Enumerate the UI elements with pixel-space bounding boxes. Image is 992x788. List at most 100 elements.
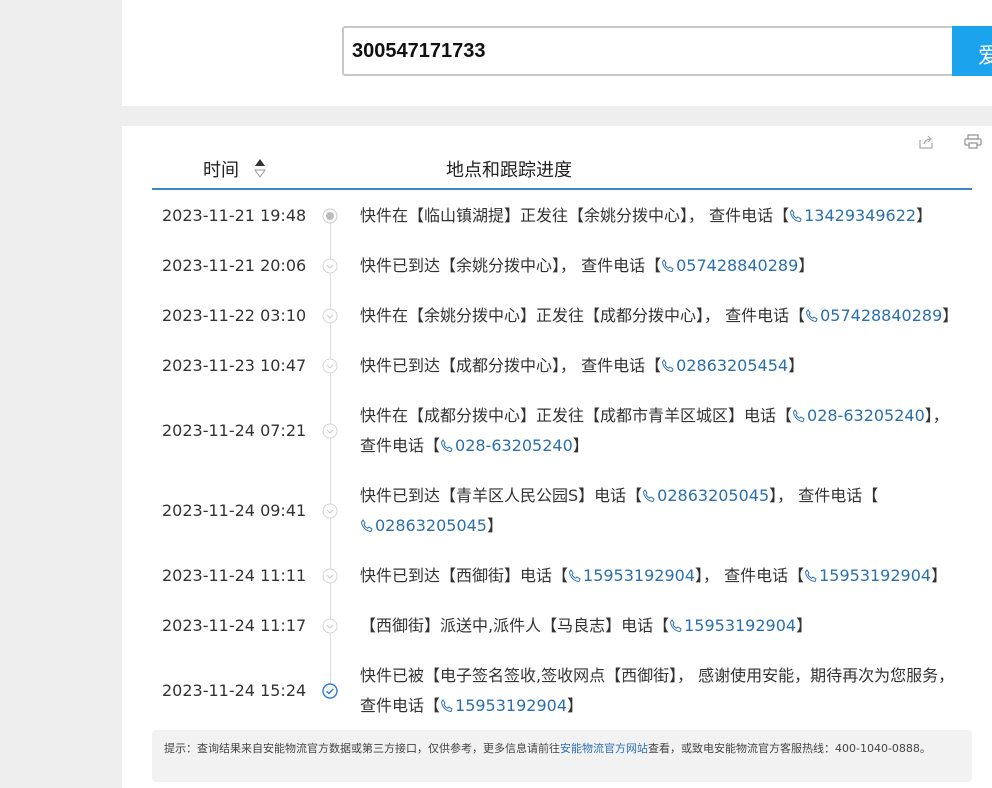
description-text: 】	[931, 566, 948, 585]
phone-number: 13429349622	[804, 206, 917, 225]
tracking-description: 快件已被【电子签名签收,签收网点【西御街】， 感谢使用安能，期待再次为您服务，查…	[360, 661, 960, 721]
phone-number: 028-63205240	[455, 436, 573, 455]
description-text: 】	[567, 696, 584, 715]
tracking-description: 快件在【临山镇湖提】正发往【余姚分拨中心】， 查件电话【 13429349622】	[360, 201, 960, 231]
tracking-description: 快件已到达【余姚分拨中心】， 查件电话【 057428840289】	[360, 251, 960, 281]
phone-icon	[661, 256, 676, 275]
tracking-row: 2023-11-24 11:11 快件已到达【西御街】电话【 15953192904…	[122, 561, 992, 591]
description-text: 快件在【临山镇湖提】正发往【余姚分拨中心】， 查件电话【	[360, 206, 790, 225]
phone-link[interactable]: 15953192904	[568, 566, 695, 585]
phone-icon	[568, 566, 583, 585]
tracking-row: 2023-11-24 11:17 【西御街】派送中,派件人【马良志】电话【 1595…	[122, 611, 992, 641]
phone-icon	[360, 516, 375, 535]
phone-link[interactable]: 15953192904	[804, 566, 931, 585]
share-icon[interactable]	[918, 134, 934, 150]
search-panel: 300547171733 爱	[122, 0, 992, 106]
phone-link[interactable]: 15953192904	[669, 616, 796, 635]
search-button[interactable]: 爱	[952, 26, 992, 76]
tracking-description: 快件已到达【青羊区人民公园S】电话【 02863205045】， 查件电话【028…	[360, 481, 960, 541]
column-header-track: 地点和跟踪进度	[446, 160, 572, 181]
tracking-time: 2023-11-24 09:41	[162, 501, 307, 520]
tracking-row: 2023-11-21 20:06 快件已到达【余姚分拨中心】， 查件电话【 0574…	[122, 251, 992, 281]
description-text: 】	[798, 256, 815, 275]
phone-link[interactable]: 02863205045	[360, 516, 487, 535]
description-text: 】	[916, 206, 933, 225]
phone-icon	[661, 356, 676, 375]
phone-number: 15953192904	[583, 566, 695, 585]
phone-number: 057428840289	[820, 306, 943, 325]
phone-icon	[440, 696, 455, 715]
description-text: 】， 查件电话【	[769, 486, 879, 505]
tracking-description: 快件已到达【西御街】电话【 15953192904】， 查件电话【 15953192…	[360, 561, 960, 591]
timeline-chevron-dot-icon	[322, 618, 338, 634]
tracking-description: 快件已到达【成都分拨中心】， 查件电话【 02863205454】	[360, 351, 960, 381]
phone-icon	[669, 616, 684, 635]
phone-number: 02863205045	[375, 516, 487, 535]
tracking-time: 2023-11-22 03:10	[162, 306, 307, 325]
phone-link[interactable]: 028-63205240	[440, 436, 573, 455]
description-text: 】	[796, 616, 813, 635]
tracking-time: 2023-11-24 07:21	[162, 421, 307, 440]
phone-number: 02863205045	[657, 486, 770, 505]
phone-number: 15953192904	[455, 696, 567, 715]
timeline-chevron-dot-icon	[322, 358, 338, 374]
phone-link[interactable]: 057428840289	[661, 256, 798, 275]
phone-link[interactable]: 15953192904	[440, 696, 567, 715]
tracking-row: 2023-11-24 07:21 快件在【成都分拨中心】正发往【成都市青羊区城区】…	[122, 401, 992, 461]
timeline-delivered-check-icon	[322, 683, 338, 699]
phone-icon	[440, 436, 455, 455]
sort-icon[interactable]	[254, 158, 266, 182]
phone-icon	[789, 206, 804, 225]
tip-prefix: 提示：查询结果来自安能物流官方数据或第三方接口，仅供参考，更多信息请前往	[164, 742, 560, 755]
tracking-time: 2023-11-24 11:17	[162, 616, 307, 635]
phone-number: 15953192904	[819, 566, 932, 585]
tracking-time: 2023-11-23 10:47	[162, 356, 307, 375]
description-text: 】， 查件电话【	[695, 566, 805, 585]
phone-link[interactable]: 057428840289	[805, 306, 942, 325]
description-text: 快件已到达【青羊区人民公园S】电话【	[360, 486, 643, 505]
description-text: 快件在【成都分拨中心】正发往【成都市青羊区城区】电话【	[360, 406, 793, 425]
timeline-current-dot-icon	[322, 208, 338, 224]
timeline-chevron-dot-icon	[322, 568, 338, 584]
tracking-description: 快件在【成都分拨中心】正发往【成都市青羊区城区】电话【 028-63205240】…	[360, 401, 960, 461]
timeline-chevron-dot-icon	[322, 503, 338, 519]
tip-suffix: 查看，或致电安能物流官方客服热线：400-1040-0888。	[648, 742, 931, 755]
phone-link[interactable]: 02863205045	[642, 486, 769, 505]
description-text: 】	[788, 356, 805, 375]
timeline-chevron-dot-icon	[322, 308, 338, 324]
phone-icon	[805, 306, 820, 325]
description-text: 快件在【余姚分拨中心】正发往【成都分拨中心】， 查件电话【	[360, 306, 806, 325]
phone-number: 028-63205240	[807, 406, 925, 425]
tracking-row: 2023-11-24 09:41 快件已到达【青羊区人民公园S】电话【 028632…	[122, 481, 992, 541]
tracking-description: 快件在【余姚分拨中心】正发往【成都分拨中心】， 查件电话【 05742884028…	[360, 301, 960, 331]
phone-link[interactable]: 028-63205240	[792, 406, 925, 425]
description-text: 快件已到达【西御街】电话【	[360, 566, 569, 585]
tracking-row: 2023-11-22 03:10 快件在【余姚分拨中心】正发往【成都分拨中心】， …	[122, 301, 992, 331]
phone-link[interactable]: 02863205454	[661, 356, 788, 375]
tip-box: 提示：查询结果来自安能物流官方数据或第三方接口，仅供参考，更多信息请前往安能物流…	[152, 730, 972, 782]
description-text: 】	[486, 516, 503, 535]
print-icon[interactable]	[964, 134, 982, 150]
tracking-time: 2023-11-21 20:06	[162, 256, 307, 275]
result-panel: 时间 地点和跟踪进度 2023-11-21 19:48 快件在【临山镇湖提】正发往…	[122, 126, 992, 788]
tracking-number-input[interactable]: 300547171733	[342, 26, 954, 76]
description-text: 【西御街】派送中,派件人【马良志】电话【	[360, 616, 670, 635]
timeline-chevron-dot-icon	[322, 423, 338, 439]
tracking-row: 2023-11-21 19:48 快件在【临山镇湖提】正发往【余姚分拨中心】， 查…	[122, 201, 992, 231]
tracking-time: 2023-11-24 11:11	[162, 566, 307, 585]
tracking-row: 2023-11-24 15:24 快件已被【电子签名签收,签收网点【西御街】， 感…	[122, 661, 992, 721]
column-header-time[interactable]: 时间	[203, 156, 239, 182]
description-text: 】	[572, 436, 589, 455]
tracking-row: 2023-11-23 10:47 快件已到达【成都分拨中心】， 查件电话【 0286…	[122, 351, 992, 381]
tracking-time: 2023-11-24 15:24	[162, 681, 307, 700]
phone-link[interactable]: 13429349622	[789, 206, 916, 225]
toolbar	[918, 134, 982, 150]
tracking-time: 2023-11-21 19:48	[162, 206, 307, 225]
phone-number: 02863205454	[676, 356, 789, 375]
phone-number: 057428840289	[676, 256, 799, 275]
phone-number: 15953192904	[684, 616, 797, 635]
description-text: 】	[942, 306, 959, 325]
timeline-chevron-dot-icon	[322, 258, 338, 274]
official-site-link[interactable]: 安能物流官方网站	[560, 742, 648, 755]
phone-icon	[792, 406, 807, 425]
